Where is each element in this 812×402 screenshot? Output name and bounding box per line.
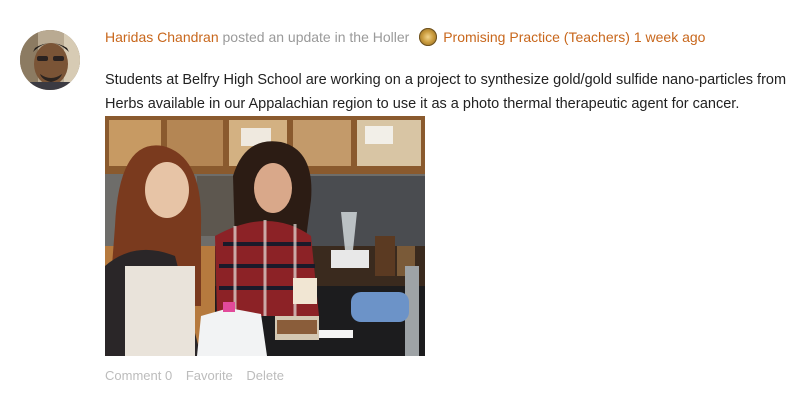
user-avatar[interactable] — [20, 30, 80, 90]
delete-button[interactable]: Delete — [246, 368, 284, 383]
post-actions: Comment 0 Favorite Delete — [105, 367, 294, 385]
group-name-link[interactable]: Promising Practice (Teachers) — [443, 29, 630, 45]
favorite-button[interactable]: Favorite — [186, 368, 233, 383]
group-badge-icon[interactable] — [419, 28, 438, 46]
user-name-link[interactable]: Haridas Chandran — [105, 29, 219, 45]
comment-button[interactable]: Comment 0 — [105, 368, 172, 383]
lab-photo-drawing — [105, 116, 425, 356]
post-action-text: posted an update in the Holler — [222, 29, 410, 45]
avatar-image — [20, 30, 80, 90]
post-timestamp[interactable]: 1 week ago — [634, 29, 706, 45]
post-body: Students at Belfry High School are worki… — [105, 72, 787, 112]
lab-photo-image[interactable] — [105, 116, 425, 356]
post-meta: Haridas Chandran posted an update in the… — [105, 28, 705, 46]
